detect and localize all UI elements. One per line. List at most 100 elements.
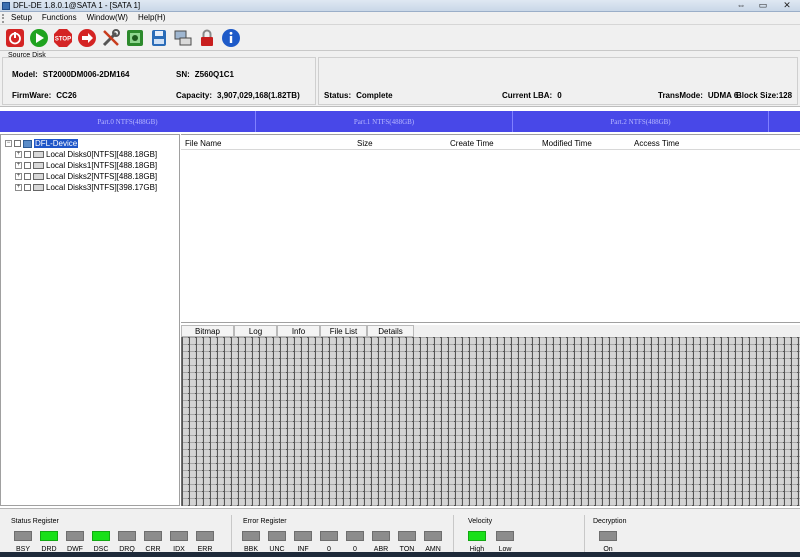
partition-0[interactable]: Part.0 NTFS(488GB) bbox=[0, 111, 256, 132]
tree-item-checkbox[interactable] bbox=[24, 151, 31, 158]
source-disk-label: Source Disk bbox=[8, 52, 46, 59]
svg-text:STOP: STOP bbox=[55, 36, 71, 42]
status-value: Complete bbox=[356, 91, 393, 100]
expand-icon[interactable]: + bbox=[15, 162, 22, 169]
transmode-label: TransMode: bbox=[658, 91, 703, 100]
firmware-value: CC26 bbox=[56, 91, 77, 100]
firmware-field: FirmWare: CC26 bbox=[12, 91, 77, 100]
register-led bbox=[294, 531, 312, 541]
network-icon bbox=[174, 30, 192, 45]
power-button[interactable] bbox=[4, 27, 26, 49]
tree-item[interactable]: + Local Disks0[NTFS][488.18GB] bbox=[15, 149, 157, 160]
error-register-group: Error Register BBK UNC INF 0 0 ABR TON AMN bbox=[232, 513, 452, 555]
tab-file-list[interactable]: File List bbox=[320, 325, 367, 337]
maximize-button[interactable]: ▭ bbox=[752, 0, 774, 12]
disk-icon bbox=[33, 184, 44, 191]
computer-icon bbox=[23, 139, 32, 148]
bitmap-grid bbox=[181, 337, 800, 506]
tree-item-label[interactable]: Local Disks3[NTFS][398.17GB] bbox=[46, 183, 157, 192]
column-size[interactable]: Size bbox=[357, 139, 373, 148]
play-icon bbox=[30, 28, 48, 47]
bitmap-cells bbox=[182, 337, 800, 506]
expand-icon[interactable]: + bbox=[15, 184, 22, 191]
window-controls: ⇔ ▭ ✕ bbox=[730, 0, 800, 12]
tree-item-label[interactable]: Local Disks0[NTFS][488.18GB] bbox=[46, 150, 157, 159]
column-create-time[interactable]: Create Time bbox=[450, 139, 494, 148]
tree-root[interactable]: − DFL-Device bbox=[5, 138, 79, 149]
tab-log[interactable]: Log bbox=[234, 325, 277, 337]
current-lba-value: 0 bbox=[557, 91, 562, 100]
tree-item-label[interactable]: Local Disks1[NTFS][488.18GB] bbox=[46, 161, 157, 170]
expand-icon[interactable]: + bbox=[15, 173, 22, 180]
image-button[interactable] bbox=[124, 27, 146, 49]
blocksize-value: 128 bbox=[778, 91, 793, 100]
tab-bitmap[interactable]: Bitmap bbox=[181, 325, 234, 337]
menu-setup[interactable]: Setup bbox=[6, 12, 37, 24]
partition-1[interactable]: Part.1 NTFS(488GB) bbox=[256, 111, 513, 132]
sn-label: SN: bbox=[176, 70, 190, 79]
current-lba-label: Current LBA: bbox=[502, 91, 553, 100]
disk-icon bbox=[33, 162, 44, 169]
status-register-title: Status Register bbox=[11, 518, 59, 525]
decryption-group: Decryption On bbox=[585, 513, 665, 555]
register-led bbox=[599, 531, 617, 541]
tree-item[interactable]: + Local Disks1[NTFS][488.18GB] bbox=[15, 160, 157, 171]
lock-button[interactable] bbox=[196, 27, 218, 49]
register-led bbox=[372, 531, 390, 541]
menu-functions[interactable]: Functions bbox=[37, 12, 82, 24]
sn-value: Z560Q1C1 bbox=[194, 70, 234, 79]
blocksize-field: Block Size:128 bbox=[736, 91, 792, 100]
decryption-title: Decryption bbox=[593, 518, 627, 525]
column-modified-time[interactable]: Modified Time bbox=[542, 139, 592, 148]
capacity-field: Capacity: 3,907,029,168(1.82TB) bbox=[176, 91, 300, 100]
tab-details[interactable]: Details bbox=[367, 325, 414, 337]
network-button[interactable] bbox=[172, 27, 194, 49]
stop-button[interactable]: STOP bbox=[52, 27, 74, 49]
capacity-value: 3,907,029,168(1.82TB) bbox=[217, 91, 300, 100]
partition-tail bbox=[769, 111, 800, 132]
close-button[interactable]: ✕ bbox=[774, 0, 800, 12]
tree-root-label[interactable]: DFL-Device bbox=[34, 139, 79, 148]
velocity-group: Velocity High Low bbox=[454, 513, 534, 555]
status-register-group: Status Register BSY DRD DWF DSC DRQ CRR IDX ERR bbox=[0, 513, 230, 555]
save-button[interactable] bbox=[148, 27, 170, 49]
tree-item[interactable]: + Local Disks3[NTFS][398.17GB] bbox=[15, 182, 157, 193]
current-lba-field: Current LBA: 0 bbox=[502, 91, 562, 100]
toolbar: STOP bbox=[0, 25, 800, 51]
image-icon bbox=[127, 29, 143, 46]
tab-info[interactable]: Info bbox=[277, 325, 320, 337]
register-led bbox=[118, 531, 136, 541]
tree-item-checkbox[interactable] bbox=[24, 173, 31, 180]
register-led bbox=[398, 531, 416, 541]
partition-2[interactable]: Part.2 NTFS(488GB) bbox=[513, 111, 769, 132]
menu-window[interactable]: Window(W) bbox=[82, 12, 133, 24]
collapse-icon[interactable]: − bbox=[5, 140, 12, 147]
tree-root-checkbox[interactable] bbox=[14, 140, 21, 147]
tree-item-label[interactable]: Local Disks2[NTFS][488.18GB] bbox=[46, 172, 157, 181]
register-led bbox=[320, 531, 338, 541]
column-access-time[interactable]: Access Time bbox=[634, 139, 679, 148]
tree-item-checkbox[interactable] bbox=[24, 162, 31, 169]
app-icon bbox=[2, 2, 10, 10]
expand-icon[interactable]: + bbox=[15, 151, 22, 158]
register-led bbox=[468, 531, 486, 541]
menu-bar: Setup Functions Window(W) Help(H) bbox=[0, 12, 800, 25]
status-label: Status: bbox=[324, 91, 352, 100]
firmware-label: FirmWare: bbox=[12, 91, 52, 100]
blocksize-label: Block Size: bbox=[736, 91, 779, 100]
register-led bbox=[66, 531, 84, 541]
model-value: ST2000DM006-2DM164 bbox=[42, 70, 130, 79]
tree-item-checkbox[interactable] bbox=[24, 184, 31, 191]
register-led bbox=[14, 531, 32, 541]
register-led bbox=[196, 531, 214, 541]
register-led bbox=[346, 531, 364, 541]
tools-button[interactable] bbox=[100, 27, 122, 49]
column-file-name[interactable]: File Name bbox=[185, 139, 221, 148]
info-button[interactable] bbox=[220, 27, 242, 49]
minimize-button[interactable]: ⇔ bbox=[730, 0, 752, 12]
redo-button[interactable] bbox=[76, 27, 98, 49]
device-tree: − DFL-Device + Local Disks0[NTFS][488.18… bbox=[0, 134, 180, 506]
menu-help[interactable]: Help(H) bbox=[133, 12, 171, 24]
play-button[interactable] bbox=[28, 27, 50, 49]
tree-item[interactable]: + Local Disks2[NTFS][488.18GB] bbox=[15, 171, 157, 182]
